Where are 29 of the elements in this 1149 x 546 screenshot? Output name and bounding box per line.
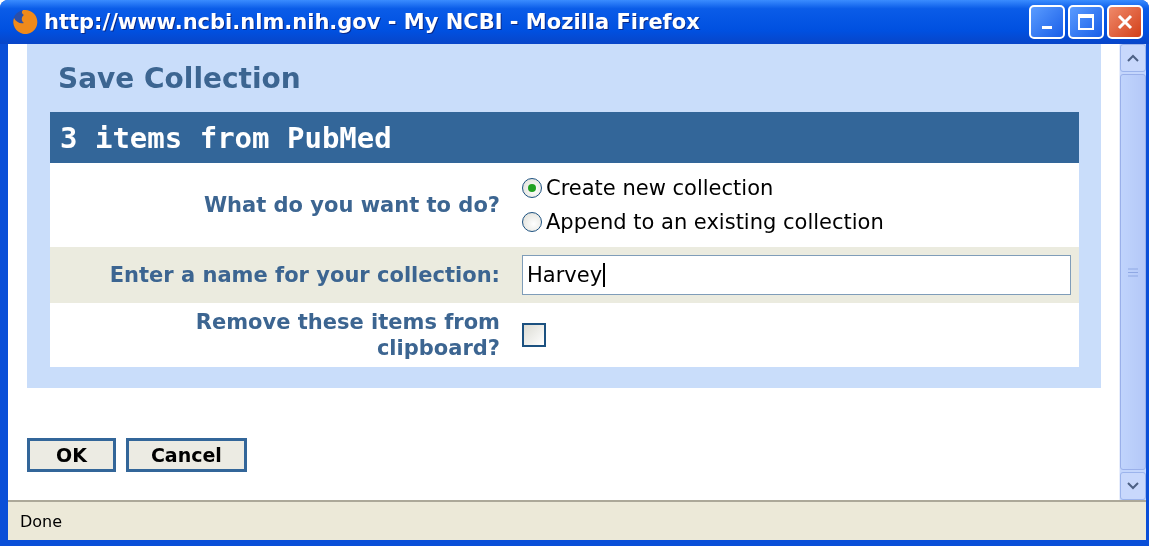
ok-button[interactable]: OK xyxy=(27,438,116,472)
field-label: Enter a name for your collection: xyxy=(108,262,501,288)
scroll-up-button[interactable] xyxy=(1120,44,1146,72)
field-label: What do you want to do? xyxy=(202,192,501,218)
dialog-title: Save Collection xyxy=(57,60,302,97)
minimize-button[interactable] xyxy=(1029,5,1065,39)
field-label: Remove these items from clipboard? xyxy=(194,309,501,361)
option-label[interactable]: Append to an existing collection xyxy=(546,210,884,234)
radio-button[interactable] xyxy=(522,212,542,232)
chevron-up-icon xyxy=(1127,54,1139,62)
scroll-thumb[interactable] xyxy=(1120,74,1146,470)
maximize-button[interactable] xyxy=(1068,5,1104,39)
option-label[interactable]: Create new collection xyxy=(546,176,774,200)
maximize-icon xyxy=(1077,13,1095,31)
name-input-field[interactable]: Harvey xyxy=(522,255,1071,295)
header-text: 3 items from PubMed xyxy=(60,120,392,155)
cancel-button[interactable]: Cancel xyxy=(125,438,247,472)
window-title: http://www.ncbi.nlm.nih.gov - My NCBI - Mozilla Firefox xyxy=(44,10,701,34)
status-text: Done xyxy=(20,511,63,531)
checkbox[interactable] xyxy=(522,323,546,347)
browser-logo-icon xyxy=(12,9,38,35)
close-icon xyxy=(1116,13,1134,31)
scrollbar[interactable] xyxy=(1119,44,1146,500)
radio-button[interactable] xyxy=(522,178,542,198)
close-button[interactable] xyxy=(1107,5,1143,39)
minimize-icon xyxy=(1042,25,1052,29)
chevron-down-icon xyxy=(1127,482,1139,490)
scroll-down-button[interactable] xyxy=(1120,472,1146,500)
grip-icon xyxy=(1128,267,1138,277)
